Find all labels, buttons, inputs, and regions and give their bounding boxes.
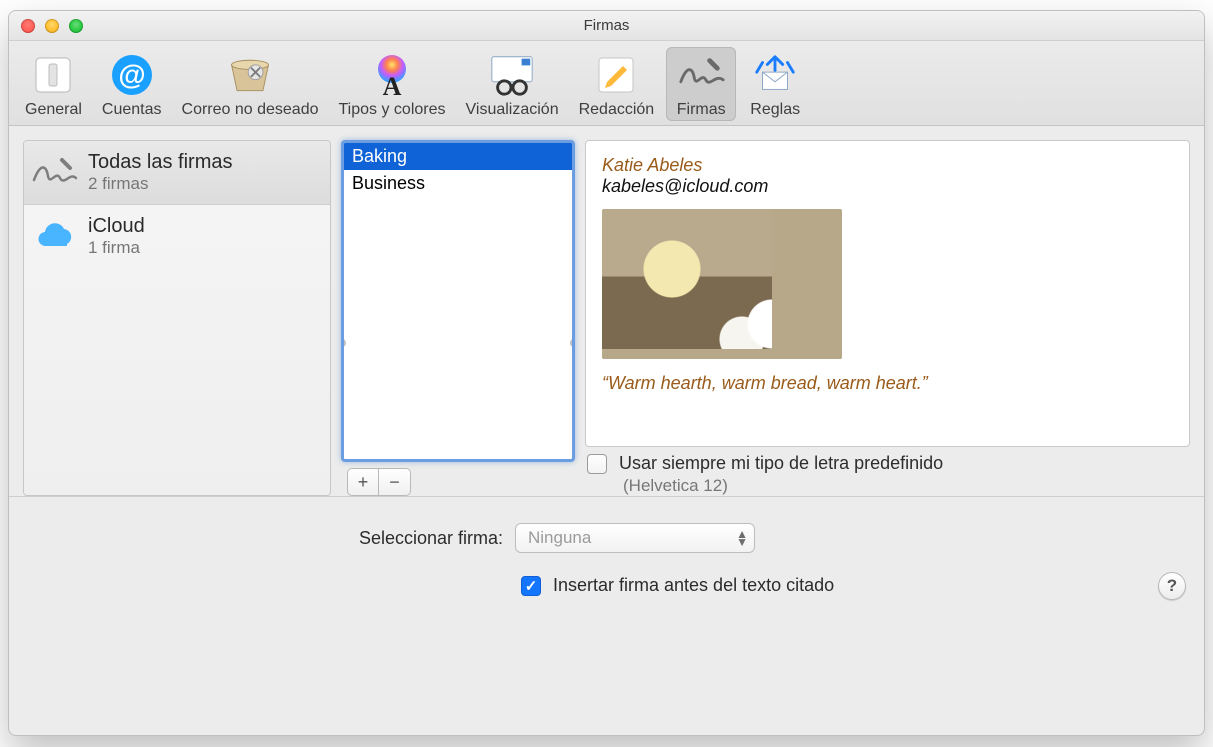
- tab-label: Redacción: [579, 101, 655, 119]
- tab-junk[interactable]: Correo no deseado: [174, 47, 327, 121]
- signature-image: [602, 209, 842, 359]
- signature-preview[interactable]: Katie Abeles kabeles@icloud.com “Warm he…: [585, 140, 1190, 447]
- svg-text:A: A: [383, 72, 402, 98]
- tab-signatures[interactable]: Firmas: [666, 47, 736, 121]
- compose-icon: [592, 51, 640, 99]
- all-signatures-row[interactable]: Todas las firmas 2 firmas: [24, 141, 330, 205]
- signature-icon: [32, 154, 78, 192]
- tab-label: Cuentas: [102, 101, 162, 119]
- switch-icon: [29, 51, 77, 99]
- account-signature-count: 1 firma: [88, 238, 145, 258]
- use-default-font-checkbox[interactable]: [587, 454, 607, 474]
- tab-composing[interactable]: Redacción: [571, 47, 663, 121]
- help-button[interactable]: ?: [1158, 572, 1186, 600]
- signature-item-business[interactable]: Business: [344, 170, 572, 197]
- footer: Seleccionar firma: Ninguna ▲▼ Insertar f…: [9, 496, 1204, 614]
- resize-handle-icon[interactable]: [341, 339, 346, 347]
- content-area: Todas las firmas 2 firmas iCloud 1 firma: [9, 126, 1204, 735]
- tab-fonts-colors[interactable]: A Tipos y colores: [331, 47, 454, 121]
- add-signature-button[interactable]: +: [347, 468, 379, 496]
- signature-list-column: Baking Business + −: [341, 140, 575, 496]
- account-row-icloud[interactable]: iCloud 1 firma: [24, 205, 330, 268]
- default-font-description: (Helvetica 12): [585, 476, 1190, 496]
- window-title: Firmas: [9, 17, 1204, 34]
- use-default-font-label: Usar siempre mi tipo de letra predefinid…: [619, 453, 943, 474]
- chevron-up-down-icon: ▲▼: [736, 530, 748, 546]
- resize-handle-icon[interactable]: [570, 339, 575, 347]
- account-title: iCloud: [88, 215, 145, 238]
- signature-email-text: kabeles@icloud.com: [602, 176, 1173, 197]
- svg-text:@: @: [118, 59, 145, 90]
- all-signatures-title: Todas las firmas: [88, 151, 233, 174]
- fonts-colors-icon: A: [368, 51, 416, 99]
- select-signature-label: Seleccionar firma:: [23, 528, 503, 549]
- use-default-font-row: Usar siempre mi tipo de letra predefinid…: [585, 447, 1190, 474]
- tab-label: Tipos y colores: [339, 101, 446, 119]
- select-signature-value: Ninguna: [528, 528, 591, 548]
- add-remove-bar: + −: [341, 468, 575, 496]
- tab-label: Reglas: [750, 101, 800, 119]
- tab-general[interactable]: General: [17, 47, 90, 121]
- viewing-icon: [488, 51, 536, 99]
- accounts-list: Todas las firmas 2 firmas iCloud 1 firma: [23, 140, 331, 496]
- tab-viewing[interactable]: Visualización: [458, 47, 567, 121]
- insert-before-quoted-checkbox[interactable]: [521, 576, 541, 596]
- insert-before-quoted-label: Insertar firma antes del texto citado: [553, 575, 834, 596]
- remove-signature-button[interactable]: −: [379, 468, 411, 496]
- at-sign-icon: @: [108, 51, 156, 99]
- signature-icon: [677, 51, 725, 99]
- signature-item-baking[interactable]: Baking: [344, 143, 572, 170]
- tab-rules[interactable]: Reglas: [740, 47, 810, 121]
- all-signatures-count: 2 firmas: [88, 174, 233, 194]
- preferences-window: Firmas General @ Cuentas Correo no desea…: [8, 10, 1205, 736]
- title-bar: Firmas: [9, 11, 1204, 41]
- preview-column: Katie Abeles kabeles@icloud.com “Warm he…: [585, 140, 1190, 496]
- tab-label: Correo no deseado: [182, 101, 319, 119]
- signature-list[interactable]: Baking Business: [341, 140, 575, 462]
- signature-name-text: Katie Abeles: [602, 155, 1173, 176]
- icloud-icon: [32, 218, 78, 256]
- tab-label: General: [25, 101, 82, 119]
- junk-bin-icon: [226, 51, 274, 99]
- tab-label: Firmas: [677, 101, 726, 119]
- signature-quote-text: “Warm hearth, warm bread, warm heart.”: [602, 373, 1173, 394]
- select-signature-dropdown[interactable]: Ninguna ▲▼: [515, 523, 755, 553]
- preferences-toolbar: General @ Cuentas Correo no deseado: [9, 41, 1204, 126]
- tab-accounts[interactable]: @ Cuentas: [94, 47, 170, 121]
- tab-label: Visualización: [466, 101, 559, 119]
- rules-icon: [751, 51, 799, 99]
